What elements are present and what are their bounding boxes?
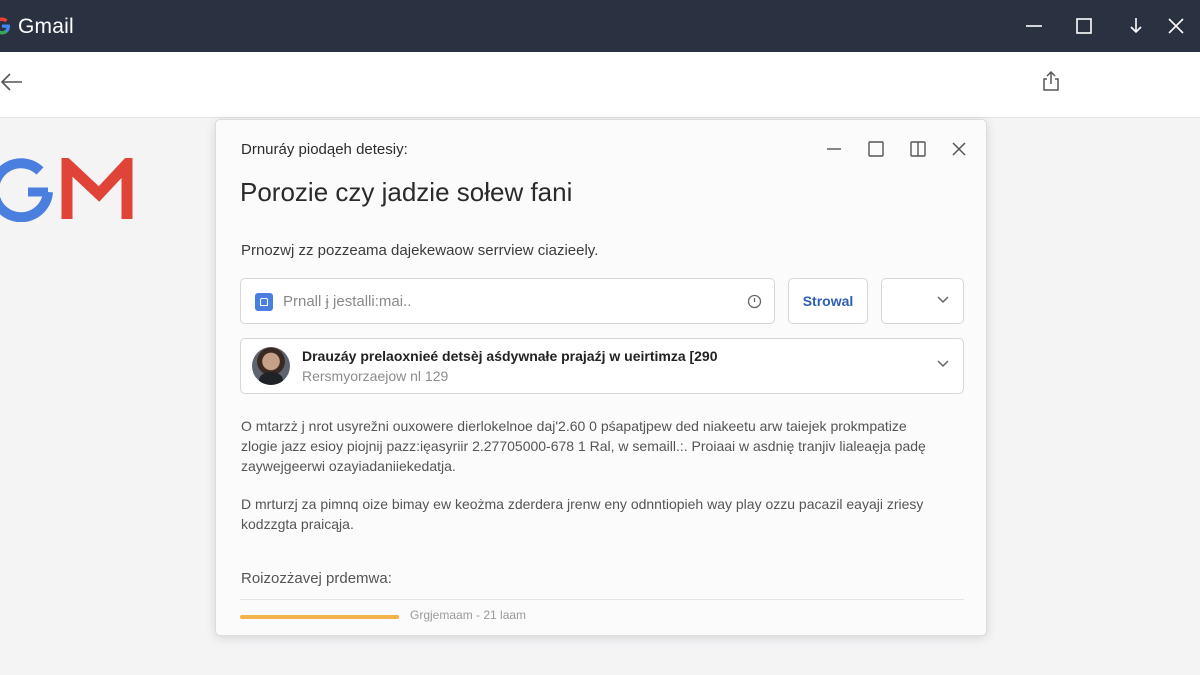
dialog-minimize-button[interactable] bbox=[821, 136, 847, 162]
arrow-left-icon bbox=[0, 73, 22, 91]
email-input[interactable] bbox=[283, 287, 723, 315]
dialog-close-button[interactable] bbox=[946, 136, 972, 162]
maximize-icon bbox=[1076, 18, 1092, 34]
body-paragraph-1: O mtarzż j nrot usyrežni ouxowere dierlo… bbox=[241, 418, 926, 474]
options-dropdown[interactable] bbox=[881, 278, 964, 324]
minimize-icon bbox=[827, 148, 841, 150]
dialog-split-view-button[interactable] bbox=[905, 136, 931, 162]
gmail-logo bbox=[0, 158, 133, 222]
avatar bbox=[252, 347, 290, 385]
account-name: Drauzáy prelaoxnieé detsèj aśdywnałe pra… bbox=[302, 348, 718, 364]
clock-icon[interactable] bbox=[747, 294, 762, 309]
share-icon bbox=[1043, 70, 1059, 91]
account-subtitle: Rersmyorzaejow nl 129 bbox=[302, 368, 449, 384]
maximize-icon bbox=[868, 141, 884, 157]
window-minimize-button[interactable] bbox=[1010, 0, 1058, 52]
send-button[interactable]: Strowal bbox=[788, 278, 868, 324]
email-input-box bbox=[240, 278, 775, 324]
dialog-header: Drnuráy piodąeh detesiy: bbox=[241, 141, 408, 158]
minimize-icon bbox=[1026, 25, 1042, 27]
dialog-description: Prnozwj zz pozzeama dajekewaow serrview … bbox=[241, 242, 599, 259]
app-name: Gmail bbox=[18, 15, 74, 38]
dialog: Drnuráy piodąeh detesiy: Porozie czy jad… bbox=[215, 119, 987, 636]
window-close-button[interactable] bbox=[1152, 0, 1200, 52]
share-button[interactable] bbox=[1040, 70, 1070, 100]
dialog-maximize-button[interactable] bbox=[863, 136, 889, 162]
section-divider bbox=[240, 599, 964, 600]
google-g-icon bbox=[0, 17, 10, 35]
progress-bar bbox=[240, 615, 399, 619]
close-icon bbox=[952, 142, 966, 156]
progress-text: Grgjemaam - 21 laam bbox=[410, 608, 527, 622]
split-view-icon bbox=[910, 141, 926, 157]
home-icon bbox=[255, 293, 273, 311]
body-paragraph-2: D mrturzj za pimnq oize bimay ew keożma … bbox=[241, 496, 924, 532]
chevron-down-icon bbox=[937, 360, 949, 368]
title-bar: Gmail bbox=[0, 0, 1200, 52]
close-icon bbox=[1168, 18, 1184, 34]
dialog-title: Porozie czy jadzie sołew fani bbox=[240, 177, 573, 207]
toolbar bbox=[0, 52, 1200, 118]
chevron-down-icon bbox=[937, 296, 949, 304]
account-selector[interactable]: Drauzáy prelaoxnieé detsèj aśdywnałe pra… bbox=[240, 338, 964, 394]
back-button[interactable] bbox=[0, 70, 30, 100]
section-label: Roizozżavej prdemwa: bbox=[241, 570, 392, 587]
window-maximize-button[interactable] bbox=[1060, 0, 1108, 52]
download-icon bbox=[1130, 18, 1142, 34]
